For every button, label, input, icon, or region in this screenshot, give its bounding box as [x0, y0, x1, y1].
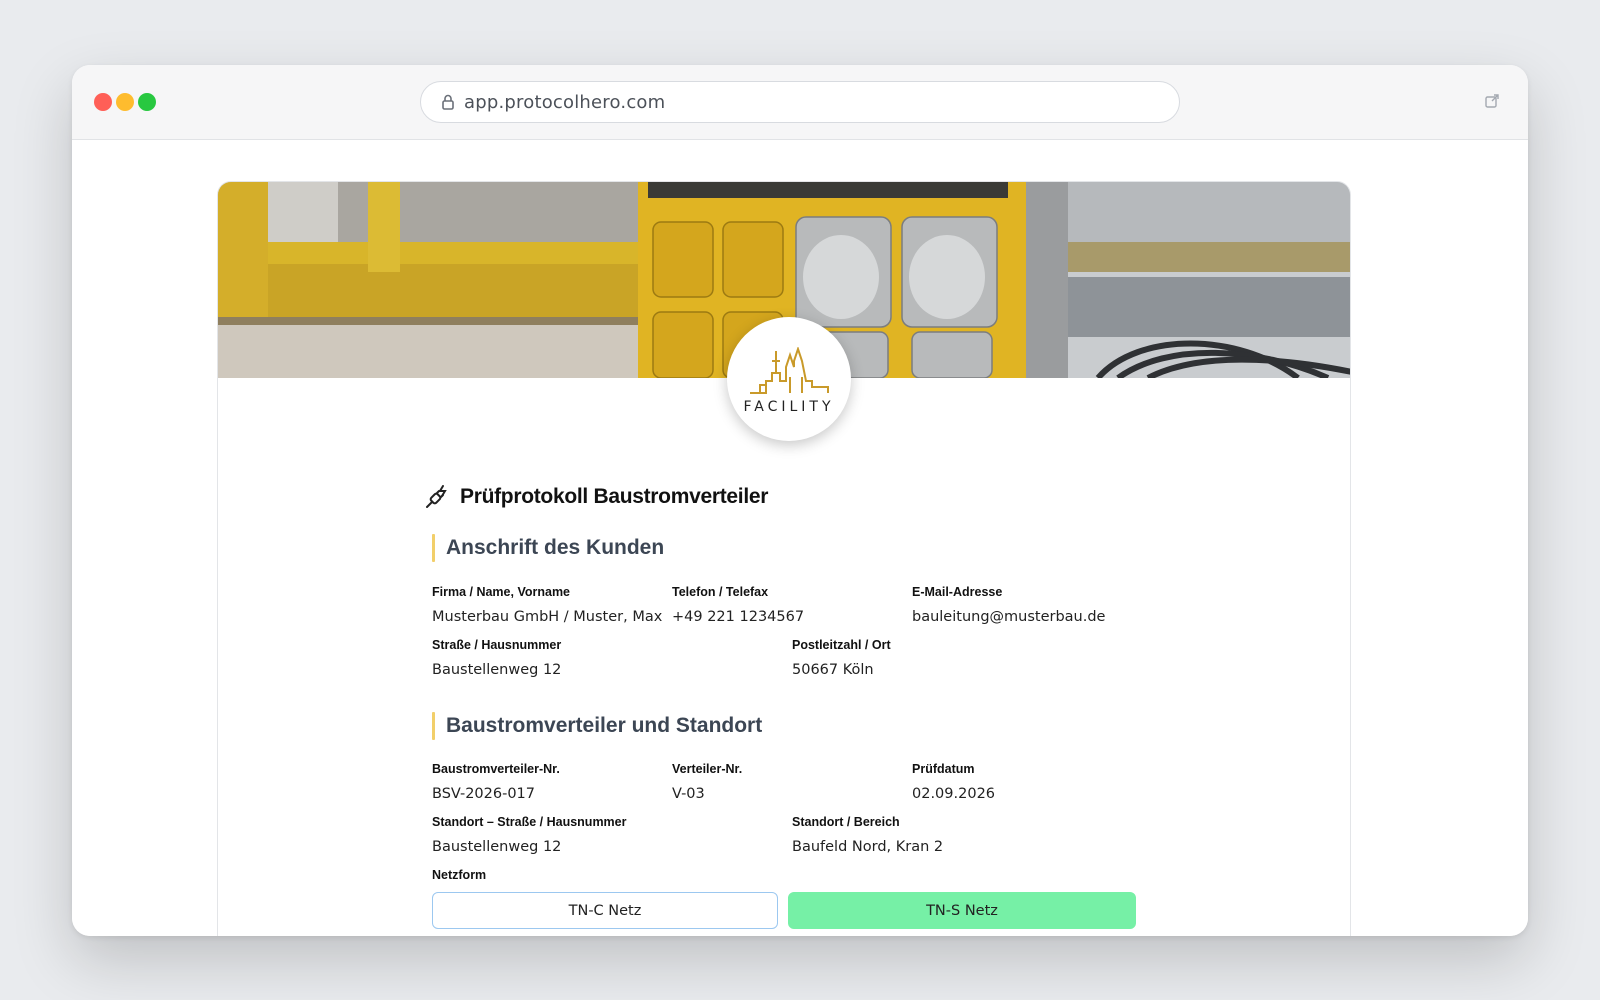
form-title-row: Prüfprotokoll Baustromverteiler — [424, 482, 1136, 512]
field-value[interactable]: bauleitung@musterbau.de — [912, 609, 1105, 625]
field-label: Baustromverteiler-Nr. — [432, 762, 560, 776]
open-external-icon[interactable] — [1484, 93, 1500, 109]
netzform-option-tn-s[interactable]: TN-S Netz — [788, 892, 1136, 929]
field-value[interactable]: Baufeld Nord, Kran 2 — [792, 839, 943, 855]
field-value[interactable]: Musterbau GmbH / Muster, Max — [432, 609, 662, 625]
field-test-date[interactable]: Prüfdatum 02.09.2026 — [912, 762, 995, 802]
close-window-button[interactable] — [94, 93, 112, 111]
logo-text: FACILITY — [743, 399, 835, 415]
field-netzform: Netzform — [432, 868, 486, 882]
field-label: Verteiler-Nr. — [672, 762, 743, 776]
field-label: Standort – Straße / Hausnummer — [432, 815, 627, 829]
field-verteiler-number[interactable]: Verteiler-Nr. V-03 — [672, 762, 742, 802]
netzform-option-tn-c[interactable]: TN-C Netz — [432, 892, 778, 929]
address-bar[interactable]: app.protocolhero.com — [420, 81, 1180, 123]
lock-icon — [441, 93, 455, 111]
electric-plug-icon — [426, 485, 447, 508]
field-value[interactable]: 02.09.2026 — [912, 786, 995, 802]
field-label: Netzform — [432, 868, 487, 882]
field-bsv-number[interactable]: Baustromverteiler-Nr. BSV-2026-017 — [432, 762, 560, 802]
field-phone[interactable]: Telefon / Telefax +49 221 1234567 — [672, 585, 804, 625]
field-value[interactable]: Baustellenweg 12 — [432, 839, 627, 855]
skyline-logo-icon — [750, 347, 829, 394]
page-title: Prüfprotokoll Baustromverteiler — [460, 485, 769, 508]
field-location-street[interactable]: Standort – Straße / Hausnummer Baustelle… — [432, 815, 627, 855]
field-value[interactable]: BSV-2026-017 — [432, 786, 560, 802]
field-label: Telefon / Telefax — [672, 585, 769, 599]
section-heading-distributor: Baustromverteiler und Standort — [432, 712, 762, 740]
page-content: FACILITY Prüfprotokoll Baustromverteiler — [72, 141, 1528, 936]
field-label: E-Mail-Adresse — [912, 585, 1003, 599]
field-value[interactable]: 50667 Köln — [792, 662, 891, 678]
field-label: Postleitzahl / Ort — [792, 638, 891, 652]
url-text: app.protocolhero.com — [464, 91, 666, 113]
field-value[interactable]: V-03 — [672, 786, 742, 802]
field-name[interactable]: Firma / Name, Vorname Musterbau GmbH / M… — [432, 585, 662, 625]
section-heading-customer: Anschrift des Kunden — [432, 534, 664, 562]
browser-window: app.protocolhero.com FACILITY Prüfprotok… — [72, 65, 1528, 936]
field-location-area[interactable]: Standort / Bereich Baufeld Nord, Kran 2 — [792, 815, 943, 855]
field-email[interactable]: E-Mail-Adresse bauleitung@musterbau.de — [912, 585, 1105, 625]
field-street[interactable]: Straße / Hausnummer Baustellenweg 12 — [432, 638, 561, 678]
field-value[interactable]: Baustellenweg 12 — [432, 662, 561, 678]
protocol-card: FACILITY Prüfprotokoll Baustromverteiler — [217, 181, 1351, 936]
field-postal-city[interactable]: Postleitzahl / Ort 50667 Köln — [792, 638, 891, 678]
field-label: Standort / Bereich — [792, 815, 900, 829]
field-label: Firma / Name, Vorname — [432, 585, 571, 599]
minimize-window-button[interactable] — [116, 93, 134, 111]
field-value[interactable]: +49 221 1234567 — [672, 609, 804, 625]
browser-titlebar: app.protocolhero.com — [72, 65, 1528, 140]
field-label: Prüfdatum — [912, 762, 975, 776]
maximize-window-button[interactable] — [138, 93, 156, 111]
company-logo: FACILITY — [727, 317, 851, 441]
field-label: Straße / Hausnummer — [432, 638, 562, 652]
protocol-form: Prüfprotokoll Baustromverteiler Anschrif… — [424, 482, 1136, 929]
